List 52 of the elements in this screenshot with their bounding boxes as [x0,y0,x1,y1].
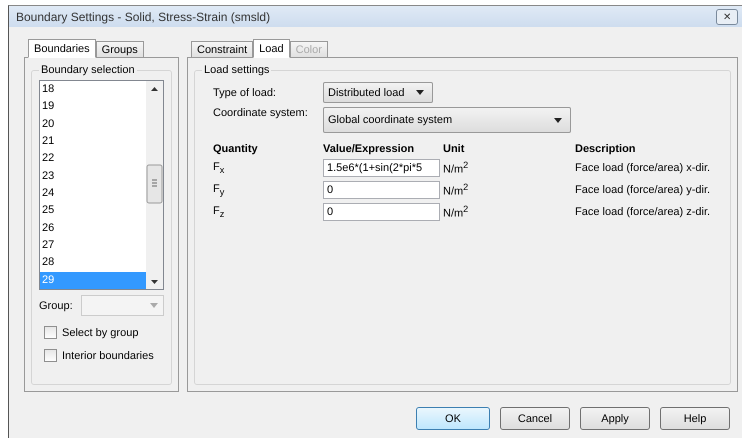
group-title: Boundary selection [40,64,136,76]
description-cell-text: Face load (force/area) x-dir. [575,162,712,174]
list-item[interactable]: 21 [40,133,146,150]
field-label: Type of load: [213,86,277,99]
unit-cell-text: N/m$^{2}$ [443,204,470,220]
quantity-cell-text: F$_{x}$ [213,161,226,176]
column-header: Description [575,143,637,156]
caret-icon [416,90,424,96]
list-item[interactable]: 18 [40,81,146,98]
list-item[interactable]: 24 [40,185,146,202]
list-item[interactable]: 22 [40,150,146,168]
quantity-cell-text: F$_{y}$ [213,183,226,198]
tab[interactable]: Load [253,39,290,58]
caret-icon [554,118,562,123]
unit-cell-text: N/m$^{2}$ [443,160,470,176]
list-item[interactable]: 20 [40,116,146,134]
tab[interactable]: Groups [96,41,144,58]
column-header: Value/Expression [323,143,416,156]
scrollbar[interactable] [146,81,163,290]
list-item[interactable]: 27 [40,237,146,254]
dialog-button[interactable]: Help [660,407,730,430]
unit-cell-text: N/m$^{2}$ [443,182,470,198]
checkbox[interactable] [44,326,57,340]
close-button[interactable]: ✕ [716,8,738,25]
list-item[interactable]: 23 [40,168,146,186]
dialog-button[interactable]: Apply [580,407,650,430]
list-item[interactable]: 28 [40,254,146,272]
coordinate-system-dropdown[interactable]: Global coordinate system [323,107,571,134]
list-item[interactable]: 25 [40,202,146,220]
value-input[interactable]: 1.5e6*(1+sin(2*pi*5 [323,159,440,178]
load-type-dropdown[interactable]: Distributed load [323,82,433,104]
list-item[interactable]: 26 [40,220,146,238]
description-cell-text: Face load (force/area) z-dir. [575,206,712,218]
field-label: Coordinate system: [213,107,309,120]
value-input[interactable]: 0 [323,203,440,222]
quantity-cell-text: F$_{z}$ [213,205,226,220]
window-title: Boundary Settings - Solid, Stress-Strain (smsld) [16,10,270,24]
dialog-button[interactable]: OK [416,407,490,430]
group-title: Load settings [203,64,270,76]
group-label: Group: [39,300,73,312]
tab[interactable]: Constraint [191,41,254,58]
checkbox[interactable] [44,349,57,362]
value-input[interactable]: 0 [323,181,440,200]
checkbox-label: Select by group [62,326,138,339]
checkbox-label: Interior boundaries [62,350,154,362]
caret-icon [150,303,158,308]
description-cell-text: Face load (force/area) y-dir. [575,184,712,196]
list-item[interactable]: 19 [40,98,146,116]
tab[interactable]: Boundaries [28,39,96,58]
column-header: Quantity [213,143,259,156]
column-header: Unit [443,143,466,156]
dialog-button[interactable]: Cancel [500,407,570,430]
